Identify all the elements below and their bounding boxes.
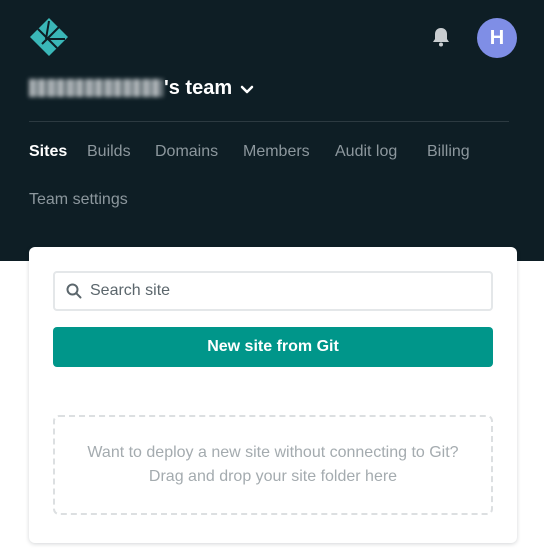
top-header: H 's team Sites Builds Domains Members A… <box>0 0 544 261</box>
drag-drop-zone[interactable]: Want to deploy a new site without connec… <box>53 415 493 515</box>
tab-audit-log[interactable]: Audit log <box>335 143 397 161</box>
dropzone-text-line2: Drag and drop your site folder here <box>148 468 398 485</box>
avatar[interactable]: H <box>477 18 517 58</box>
header-divider <box>29 121 509 122</box>
redacted-team-name <box>29 79 163 97</box>
search-box <box>53 271 493 311</box>
tab-team-settings[interactable]: Team settings <box>29 191 128 209</box>
tab-domains[interactable]: Domains <box>155 143 218 161</box>
tab-sites[interactable]: Sites <box>29 143 67 161</box>
team-name-suffix: 's team <box>164 76 233 99</box>
netlify-logo[interactable] <box>29 17 69 57</box>
team-switcher[interactable]: 's team <box>29 74 254 102</box>
new-site-from-git-button[interactable]: New site from Git <box>53 327 493 367</box>
tab-builds[interactable]: Builds <box>87 143 131 161</box>
search-icon <box>66 283 82 299</box>
search-input[interactable] <box>90 273 480 309</box>
tab-billing[interactable]: Billing <box>427 143 470 161</box>
sites-card: New site from Git Want to deploy a new s… <box>29 247 517 543</box>
dropzone-text-line1: Want to deploy a new site without connec… <box>87 444 459 461</box>
tab-members[interactable]: Members <box>243 143 310 161</box>
bell-icon[interactable] <box>430 26 452 48</box>
chevron-down-icon <box>240 85 254 93</box>
